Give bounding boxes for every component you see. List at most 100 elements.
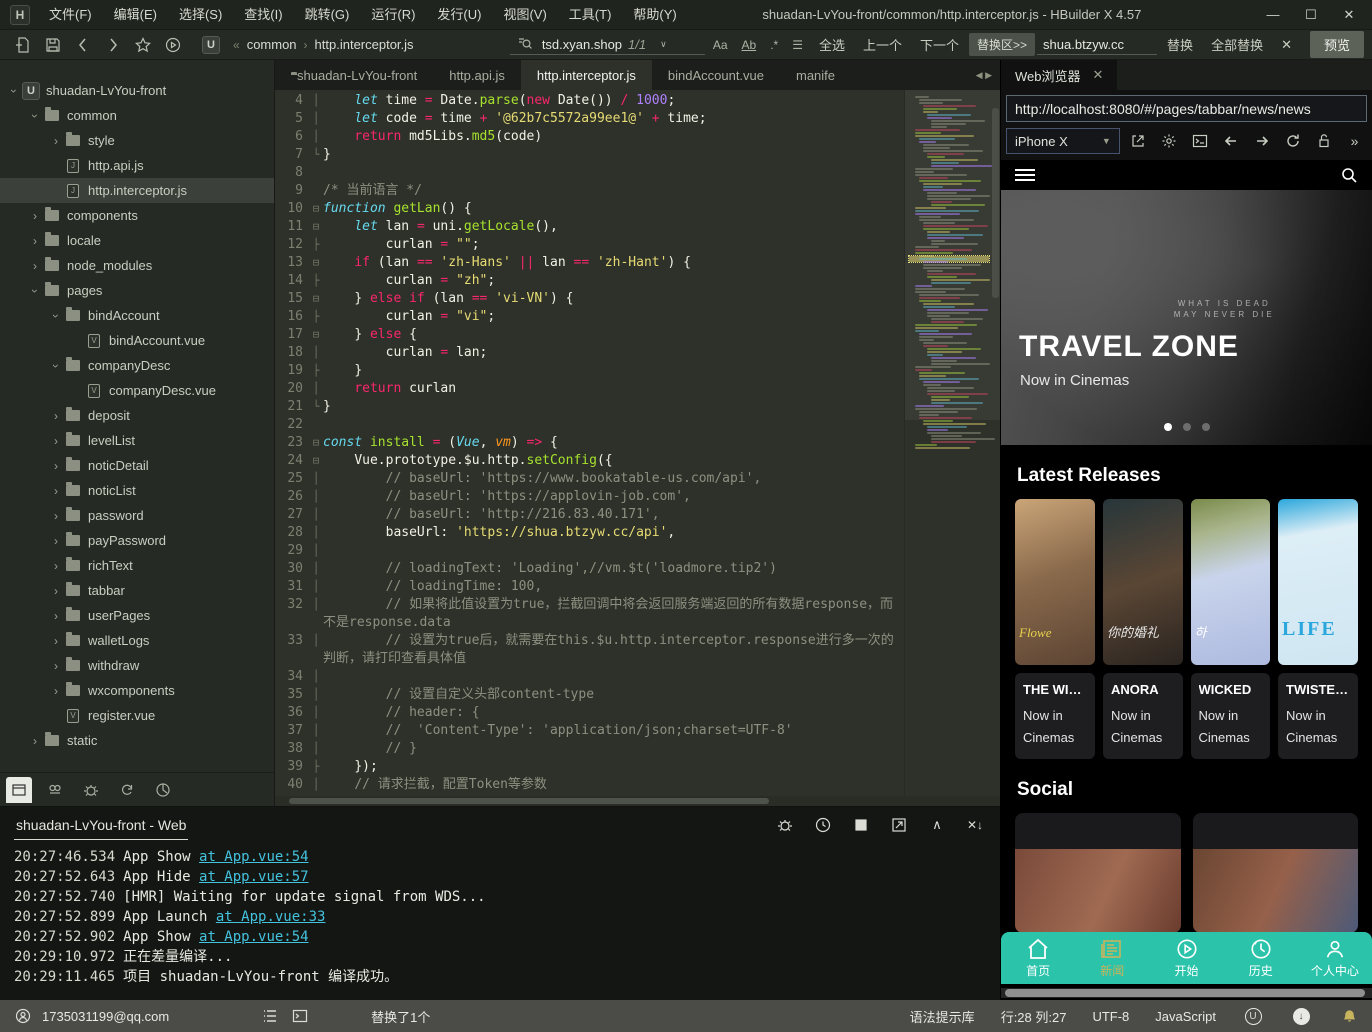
multiline-toggle[interactable]: ☰	[786, 38, 809, 52]
browser-back-icon[interactable]	[1219, 129, 1244, 153]
menu-item[interactable]: 视图(V)	[492, 0, 557, 30]
search-input[interactable]: tsd.xyan.shop 1/1 ∨	[510, 35, 705, 55]
statusbar-terminal-icon[interactable]	[289, 1008, 311, 1024]
editor-tab-shuadan-LvYou-front[interactable]: shuadan-LvYou-front	[275, 60, 433, 90]
new-file-icon[interactable]	[8, 33, 38, 57]
tree-item-companyDesc-vue[interactable]: VcompanyDesc.vue	[0, 378, 274, 403]
tree-chevron-icon[interactable]: ›	[48, 559, 64, 573]
minimize-button[interactable]: —	[1256, 1, 1290, 29]
apptab-profile[interactable]: 个人中心	[1298, 938, 1372, 979]
cursor-position[interactable]: 行:28 列:27	[1001, 1007, 1067, 1026]
tree-chevron-icon[interactable]: ›	[48, 409, 64, 423]
tree-chevron-icon[interactable]: ›	[49, 308, 63, 324]
tree-chevron-icon[interactable]: ›	[48, 509, 64, 523]
tree-item-locale[interactable]: ›locale	[0, 228, 274, 253]
fold-marker-icon[interactable]: ⊟	[309, 452, 323, 470]
console-stop-icon[interactable]	[850, 817, 872, 833]
carousel-dot[interactable]	[1183, 423, 1191, 431]
tree-item-withdraw[interactable]: ›withdraw	[0, 653, 274, 678]
browser-more-icon[interactable]: »	[1342, 129, 1367, 153]
replace-all-button[interactable]: 全部替换	[1203, 35, 1271, 54]
search-query[interactable]: tsd.xyan.shop	[542, 37, 622, 52]
tree-item-shuadan-LvYou-front[interactable]: ›Ushuadan-LvYou-front	[0, 78, 274, 103]
syntax-lib[interactable]: 语法提示库	[910, 1007, 975, 1026]
menu-item[interactable]: 查找(I)	[233, 0, 293, 30]
browser-unlock-icon[interactable]	[1311, 129, 1336, 153]
social-card[interactable]	[1015, 813, 1181, 933]
menu-item[interactable]: 选择(S)	[168, 0, 233, 30]
hamburger-menu-icon[interactable]	[1015, 169, 1035, 181]
search-history-dropdown-icon[interactable]: ∨	[654, 39, 673, 50]
url-bar[interactable]: http://localhost:8080/#/pages/tabbar/new…	[1006, 95, 1367, 122]
fold-marker-icon[interactable]: ⊟	[309, 434, 323, 452]
statusbar-download-circle-icon[interactable]: ↓	[1290, 1008, 1312, 1025]
tree-item-password[interactable]: ›password	[0, 503, 274, 528]
browser-forward-icon[interactable]	[1249, 129, 1274, 153]
tree-chevron-icon[interactable]: ›	[27, 209, 43, 223]
tree-item-static[interactable]: ›static	[0, 728, 274, 753]
log-source-link[interactable]: at App.vue:54	[199, 929, 309, 945]
log-source-link[interactable]: at App.vue:54	[199, 849, 309, 865]
replace-zone-button[interactable]: 替换区>>	[969, 33, 1035, 56]
console-run-icon[interactable]	[812, 817, 834, 833]
console-clear-icon[interactable]: ✕↓	[964, 817, 986, 833]
browser-horizontal-scrollbar[interactable]	[1001, 988, 1372, 998]
regex-toggle[interactable]: .*	[764, 38, 784, 52]
movie-card[interactable]: 하WICKEDNow in Cinemas	[1191, 499, 1271, 759]
close-search-button[interactable]: ✕	[1273, 37, 1300, 53]
social-card[interactable]	[1193, 813, 1359, 933]
tree-item-bindAccount[interactable]: ›bindAccount	[0, 303, 274, 328]
menu-item[interactable]: 帮助(Y)	[622, 0, 687, 30]
tree-chevron-icon[interactable]: ›	[48, 134, 64, 148]
editor-tab-manife[interactable]: manife	[780, 60, 851, 90]
tree-item-noticList[interactable]: ›noticList	[0, 478, 274, 503]
browser-settings-icon[interactable]	[1157, 129, 1182, 153]
apptab-news[interactable]: 新闻	[1075, 938, 1149, 979]
tree-chevron-icon[interactable]: ›	[48, 634, 64, 648]
carousel-dots[interactable]	[1001, 423, 1372, 431]
menu-item[interactable]: 工具(T)	[558, 0, 623, 30]
carousel-dot[interactable]	[1202, 423, 1210, 431]
tree-chevron-icon[interactable]: ›	[48, 459, 64, 473]
browser-console-icon[interactable]	[1188, 129, 1213, 153]
tree-chevron-icon[interactable]: ›	[28, 283, 42, 299]
tree-item-http-interceptor-js[interactable]: Jhttp.interceptor.js	[0, 178, 274, 203]
browser-tab[interactable]: Web浏览器 ✕	[1001, 60, 1117, 90]
tree-item-richText[interactable]: ›richText	[0, 553, 274, 578]
whole-word-toggle[interactable]: Ab	[736, 38, 763, 52]
tree-item-register-vue[interactable]: Vregister.vue	[0, 703, 274, 728]
replace-input[interactable]: shua.btzyw.cc	[1037, 35, 1157, 55]
fold-marker-icon[interactable]: ⊟	[309, 218, 323, 236]
movie-card[interactable]: 你的婚礼ANORANow in Cinemas	[1103, 499, 1183, 759]
movie-card[interactable]: FloweTHE WIL...Now in Cinemas	[1015, 499, 1095, 759]
fold-marker-icon[interactable]: ⊟	[309, 290, 323, 308]
breadcrumb-folder[interactable]: common	[247, 37, 297, 52]
apptab-play[interactable]: 开始	[1149, 938, 1223, 979]
menu-item[interactable]: 发行(U)	[426, 0, 492, 30]
tree-item-companyDesc[interactable]: ›companyDesc	[0, 353, 274, 378]
forward-icon[interactable]	[98, 33, 128, 57]
console-tab[interactable]: shuadan-LvYou-front - Web	[14, 811, 188, 840]
close-button[interactable]: ✕	[1332, 1, 1366, 29]
log-source-link[interactable]: at App.vue:57	[199, 869, 309, 885]
vertical-scrollbar[interactable]	[992, 108, 999, 298]
device-select[interactable]: iPhone X▼	[1006, 128, 1120, 154]
tree-chevron-icon[interactable]: ›	[48, 584, 64, 598]
tree-item-node_modules[interactable]: ›node_modules	[0, 253, 274, 278]
tree-chevron-icon[interactable]: ›	[27, 234, 43, 248]
fold-marker-icon[interactable]: ⊟	[309, 254, 323, 272]
tree-chevron-icon[interactable]: ›	[28, 108, 42, 124]
editor-tab-http-api-js[interactable]: http.api.js	[433, 60, 521, 90]
tree-item-http-api-js[interactable]: Jhttp.api.js	[0, 153, 274, 178]
tree-chevron-icon[interactable]: ›	[48, 484, 64, 498]
dock-sync-icon[interactable]	[114, 777, 140, 803]
tree-chevron-icon[interactable]: ›	[7, 83, 21, 99]
breadcrumb-file[interactable]: http.interceptor.js	[315, 37, 414, 52]
carousel-dot[interactable]	[1164, 423, 1172, 431]
match-case-toggle[interactable]: Aa	[707, 38, 734, 52]
tree-item-noticDetail[interactable]: ›noticDetail	[0, 453, 274, 478]
dock-search-icon[interactable]	[42, 777, 68, 803]
preview-button[interactable]: 预览	[1310, 31, 1364, 58]
tree-item-style[interactable]: ›style	[0, 128, 274, 153]
editor-tab-http-interceptor-js[interactable]: http.interceptor.js	[521, 60, 652, 90]
